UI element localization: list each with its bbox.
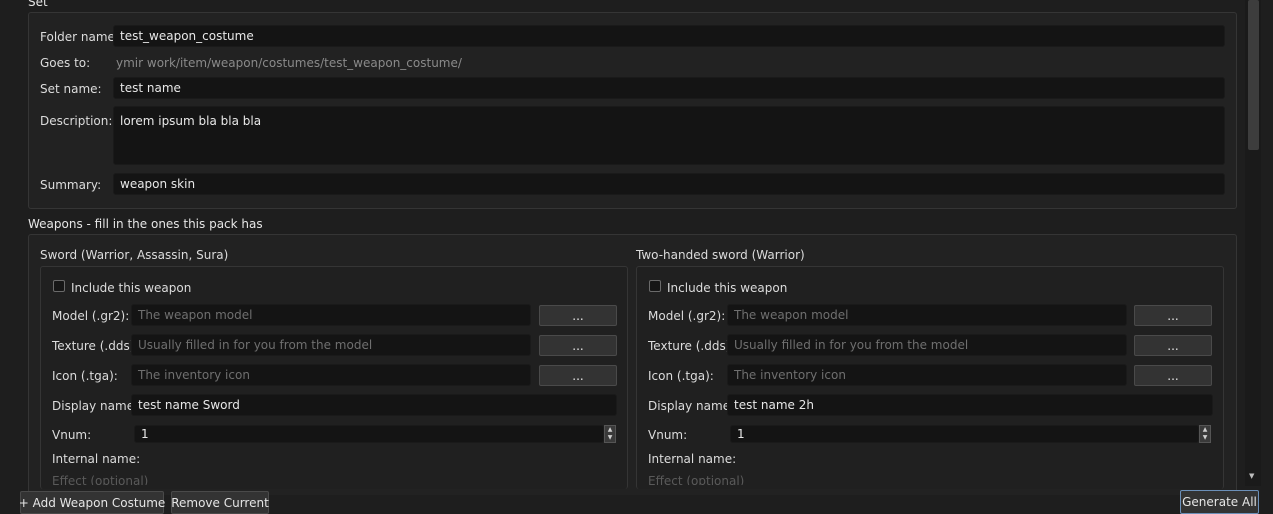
summary-label: Summary: xyxy=(40,178,102,192)
spin-down-icon[interactable]: ▼ xyxy=(1200,434,1210,442)
generate-all-button[interactable]: Generate All xyxy=(1180,490,1259,514)
display-name-label: Display name: xyxy=(648,399,735,413)
icon-input[interactable]: The inventory icon xyxy=(131,364,531,386)
texture-label: Texture (.dds): xyxy=(52,339,139,353)
display-name-input[interactable]: test name Sword xyxy=(131,394,617,416)
remove-current-button[interactable]: Remove Current xyxy=(171,491,269,514)
weapon-card-title: Sword (Warrior, Assassin, Sura) xyxy=(40,248,229,262)
spin-up-icon[interactable]: ▲ xyxy=(1200,426,1210,434)
summary-input[interactable]: weapon skin xyxy=(113,173,1225,195)
effect-label: Effect (optional) xyxy=(648,474,745,485)
description-label: Description: xyxy=(40,114,113,128)
texture-browse-button[interactable]: ... xyxy=(539,335,617,356)
icon-input[interactable]: The inventory icon xyxy=(727,364,1127,386)
icon-browse-button[interactable]: ... xyxy=(539,365,617,386)
icon-label: Icon (.tga): xyxy=(648,369,714,383)
folder-name-label: Folder name: xyxy=(40,30,119,44)
set-name-label: Set name: xyxy=(40,82,102,96)
vnum-spinbox[interactable]: 1 xyxy=(134,425,604,443)
internal-name-label: Internal name: xyxy=(52,452,141,466)
vnum-label: Vnum: xyxy=(52,428,92,442)
icon-label: Icon (.tga): xyxy=(52,369,118,383)
vnum-spin-buttons[interactable]: ▲ ▼ xyxy=(604,425,616,443)
texture-input[interactable]: Usually filled in for you from the model xyxy=(131,334,531,356)
include-weapon-label[interactable]: Include this weapon xyxy=(667,281,787,295)
display-name-input[interactable]: test name 2h xyxy=(727,394,1213,416)
weapons-group-title: Weapons - fill in the ones this pack has xyxy=(28,217,263,231)
internal-name-label: Internal name: xyxy=(648,452,737,466)
set-name-input[interactable]: test name xyxy=(113,77,1225,99)
effect-label: Effect (optional) xyxy=(52,474,149,485)
model-input[interactable]: The weapon model xyxy=(727,304,1127,326)
folder-name-input[interactable]: test_weapon_costume xyxy=(113,25,1225,47)
spin-down-icon[interactable]: ▼ xyxy=(605,434,615,442)
vnum-spinbox[interactable]: 1 xyxy=(730,425,1199,443)
scroll-down-arrow-icon[interactable]: ▼ xyxy=(1249,473,1254,480)
goes-to-path: ymir work/item/weapon/costumes/test_weap… xyxy=(116,56,462,70)
display-name-label: Display name: xyxy=(52,399,139,413)
vnum-label: Vnum: xyxy=(648,428,688,442)
model-label: Model (.gr2): xyxy=(648,309,726,323)
model-input[interactable]: The weapon model xyxy=(131,304,531,326)
vnum-spin-buttons[interactable]: ▲ ▼ xyxy=(1199,425,1211,443)
model-label: Model (.gr2): xyxy=(52,309,130,323)
include-weapon-checkbox[interactable] xyxy=(649,280,661,292)
texture-browse-button[interactable]: ... xyxy=(1134,335,1212,356)
add-weapon-costume-button[interactable]: + Add Weapon Costume xyxy=(19,491,165,514)
texture-label: Texture (.dds): xyxy=(648,339,735,353)
goes-to-label: Goes to: xyxy=(40,56,91,70)
include-weapon-checkbox[interactable] xyxy=(53,280,65,292)
icon-browse-button[interactable]: ... xyxy=(1134,365,1212,386)
texture-input[interactable]: Usually filled in for you from the model xyxy=(727,334,1127,356)
description-textarea[interactable]: lorem ipsum bla bla bla xyxy=(113,106,1225,165)
scrollbar-thumb[interactable] xyxy=(1248,0,1259,150)
spin-up-icon[interactable]: ▲ xyxy=(605,426,615,434)
model-browse-button[interactable]: ... xyxy=(539,305,617,326)
include-weapon-label[interactable]: Include this weapon xyxy=(71,281,191,295)
weapon-card-title: Two-handed sword (Warrior) xyxy=(636,248,805,262)
model-browse-button[interactable]: ... xyxy=(1134,305,1212,326)
set-group-title: Set xyxy=(28,0,48,9)
